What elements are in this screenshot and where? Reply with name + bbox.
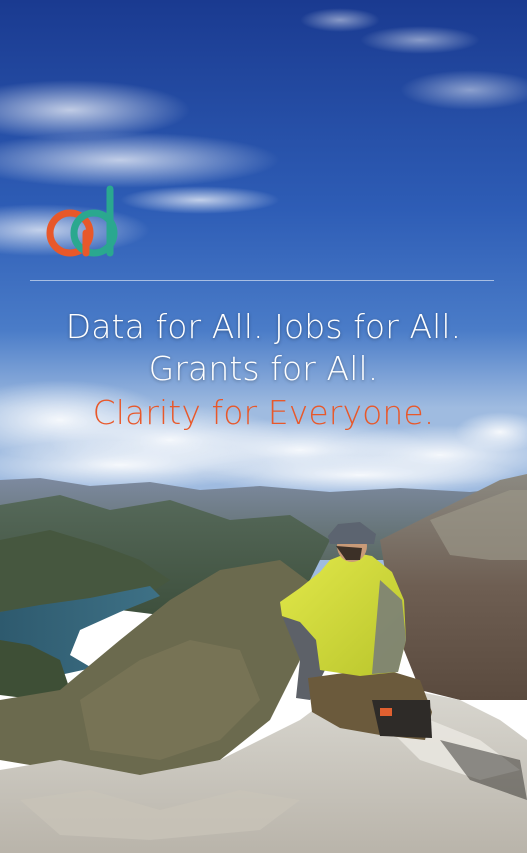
hero-headline: Data for All. Jobs for All. Grants for A… bbox=[0, 306, 527, 434]
divider bbox=[30, 280, 494, 281]
headline-line-2: Grants for All. bbox=[148, 349, 379, 388]
tagline: Clarity for Everyone. bbox=[92, 393, 435, 432]
splash-screen: Data for All. Jobs for All. Grants for A… bbox=[0, 0, 527, 853]
ad-logo-icon bbox=[46, 185, 118, 257]
headline-line-1: Data for All. Jobs for All. bbox=[65, 307, 462, 346]
